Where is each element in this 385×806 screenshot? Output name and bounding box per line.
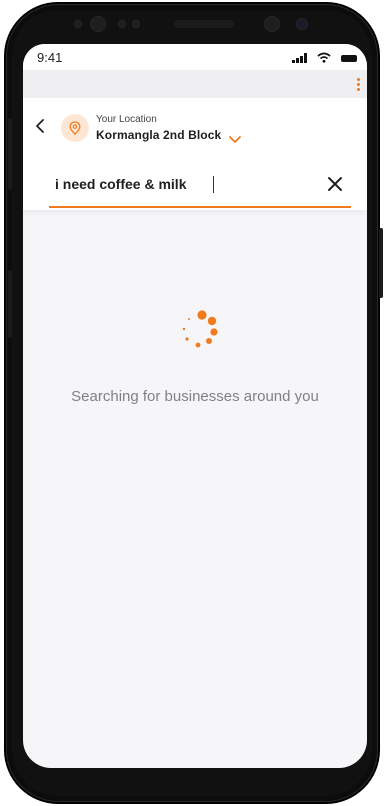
volume-down-button bbox=[8, 270, 12, 338]
battery-icon bbox=[341, 55, 357, 62]
text-caret bbox=[213, 176, 214, 193]
location-pin-icon bbox=[61, 114, 89, 142]
app-screen: 9:41 Your Location Kormangla 2nd Block i… bbox=[23, 44, 367, 768]
location-label: Your Location bbox=[96, 114, 157, 125]
front-camera bbox=[264, 16, 280, 32]
phone-sensors bbox=[60, 14, 330, 36]
close-icon[interactable] bbox=[325, 174, 345, 194]
spinner-icon bbox=[173, 308, 223, 358]
search-input[interactable] bbox=[55, 172, 305, 196]
earpiece-speaker bbox=[174, 20, 234, 28]
power-button bbox=[379, 228, 383, 298]
loading-message: Searching for businesses around you bbox=[71, 388, 319, 405]
sensor-dot bbox=[90, 16, 106, 32]
location-name[interactable]: Kormangla 2nd Block bbox=[96, 128, 221, 142]
status-time: 9:41 bbox=[37, 50, 63, 65]
status-icons bbox=[292, 52, 357, 63]
sensor-dot bbox=[132, 20, 140, 28]
status-bar: 9:41 bbox=[23, 44, 367, 70]
search-field[interactable] bbox=[49, 164, 351, 208]
back-arrow-icon[interactable] bbox=[31, 116, 51, 136]
chevron-down-icon[interactable] bbox=[228, 131, 242, 143]
sensor-dot bbox=[118, 20, 126, 28]
sensor-dot bbox=[296, 18, 308, 30]
wifi-icon bbox=[317, 52, 331, 63]
sensor-dot bbox=[74, 20, 82, 28]
location-search-header: Your Location Kormangla 2nd Block bbox=[23, 98, 367, 210]
more-vertical-icon[interactable] bbox=[353, 74, 363, 94]
volume-up-button bbox=[8, 118, 12, 190]
action-bar bbox=[23, 70, 367, 98]
signal-icon bbox=[292, 53, 307, 63]
